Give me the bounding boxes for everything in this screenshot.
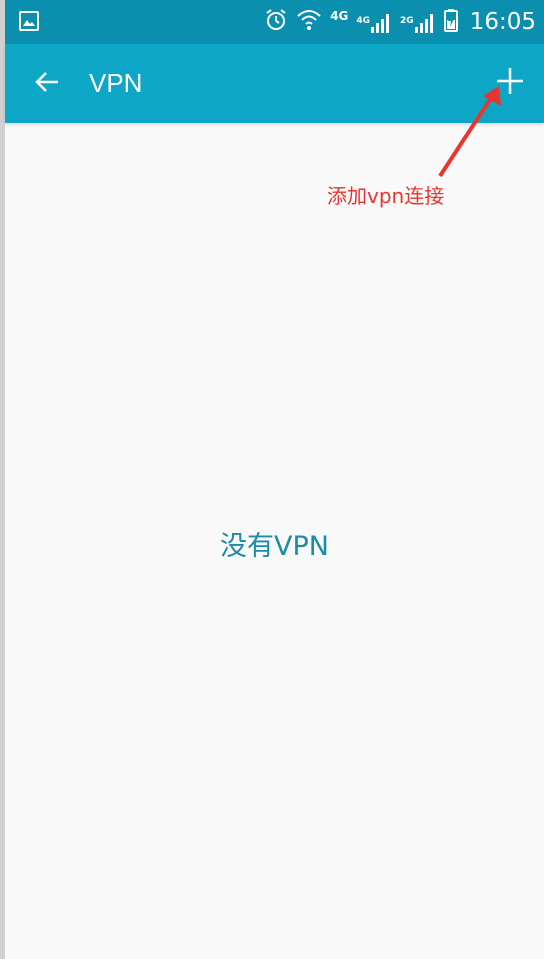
signal-2-icon: 2G bbox=[400, 10, 436, 34]
page-title: VPN bbox=[89, 68, 143, 98]
sim1-label: 4G bbox=[356, 16, 371, 26]
back-button[interactable] bbox=[29, 66, 65, 102]
network-type-label: 4G bbox=[330, 9, 349, 23]
gallery-icon bbox=[19, 11, 39, 31]
status-icons: 4G 4G 2G 16:05 bbox=[264, 0, 536, 44]
status-time: 16:05 bbox=[469, 9, 536, 35]
wifi-icon bbox=[296, 8, 322, 36]
sim2-label: 2G bbox=[400, 16, 414, 26]
alarm-icon bbox=[264, 8, 288, 36]
battery-charging-icon bbox=[443, 8, 458, 36]
annotation-label: 添加vpn连接 bbox=[327, 184, 445, 208]
annotation-arrow-icon bbox=[438, 86, 501, 178]
signal-icon: 4G bbox=[356, 10, 392, 34]
status-bar: 4G 4G 2G 16:05 bbox=[5, 0, 544, 44]
empty-state-message: 没有VPN bbox=[220, 531, 329, 562]
vpn-screen: 4G 4G 2G 16:05 VPN 添加vpn连接 没有VPN bbox=[0, 0, 544, 959]
arrow-back-icon bbox=[33, 68, 61, 100]
